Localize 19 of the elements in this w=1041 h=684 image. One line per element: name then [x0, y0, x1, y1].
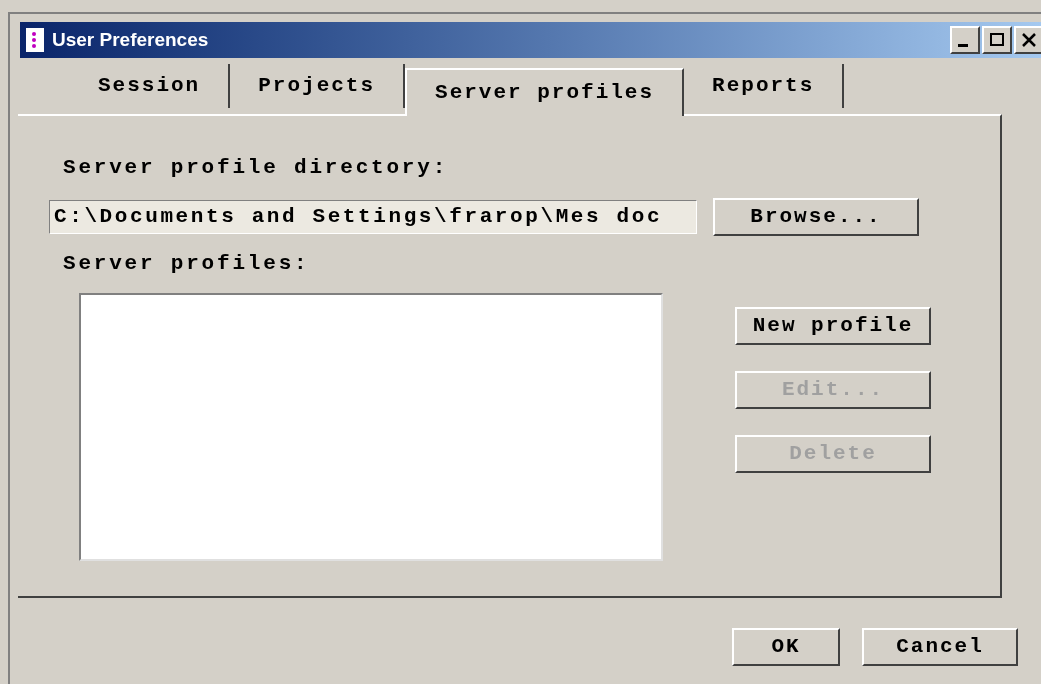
close-button[interactable] — [1014, 26, 1041, 54]
directory-label: Server profile directory: — [63, 155, 449, 181]
window-title: User Preferences — [52, 27, 209, 52]
dialog-button[interactable]: Cancel — [862, 628, 1018, 666]
profiles-label: Server profiles: — [63, 250, 310, 277]
minimize-icon — [958, 43, 968, 47]
directory-value: C:\Documents and Settings\frarop\Mes doc — [54, 203, 663, 230]
profile-button[interactable]: New profile — [735, 307, 931, 345]
minimize-button[interactable] — [950, 26, 980, 54]
maximize-icon — [989, 32, 1005, 48]
browse-button[interactable]: Browse... — [713, 197, 919, 236]
maximize-button[interactable] — [982, 26, 1012, 54]
dialog-button[interactable]: OK — [732, 628, 840, 666]
tab[interactable]: Server profiles — [405, 68, 685, 116]
close-icon — [1021, 32, 1037, 48]
tab[interactable]: Session — [70, 64, 231, 108]
directory-field[interactable]: C:\Documents and Settings\frarop\Mes doc — [49, 199, 697, 234]
app-icon — [26, 28, 44, 52]
tab[interactable]: Reports — [684, 64, 845, 108]
